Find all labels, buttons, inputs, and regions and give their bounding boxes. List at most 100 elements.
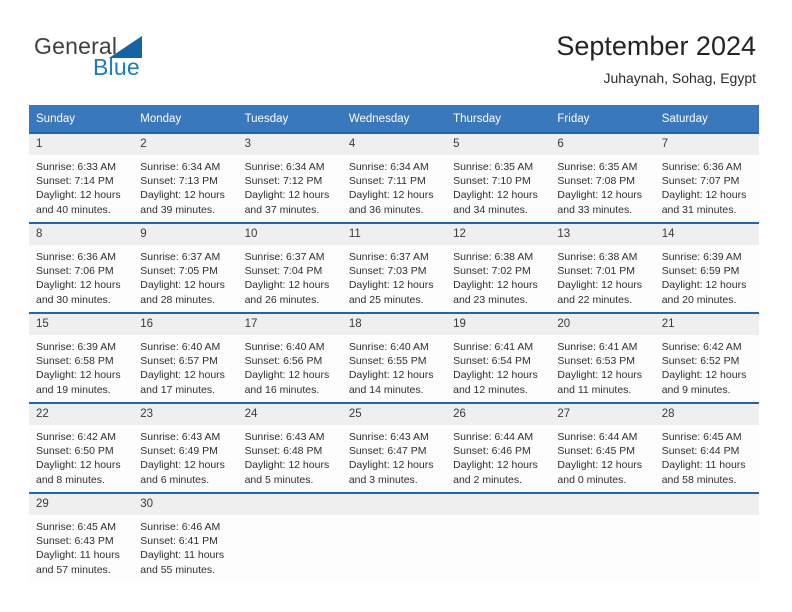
day-number: 9 bbox=[133, 224, 238, 245]
calendar-day-cell[interactable]: 3 Sunrise: 6:34 AM Sunset: 7:12 PM Daylight… bbox=[237, 132, 342, 223]
calendar-day-cell[interactable]: 8 Sunrise: 6:36 AM Sunset: 7:06 PM Daylight… bbox=[29, 222, 134, 313]
daylight-text-line1: Daylight: 12 hours bbox=[557, 279, 643, 292]
calendar-day-cell[interactable]: 21 Sunrise: 6:42 AM Sunset: 6:52 PM Dayligh… bbox=[654, 312, 759, 403]
calendar-day-cell[interactable]: 26 Sunrise: 6:44 AM Sunset: 6:46 PM Dayligh… bbox=[446, 402, 551, 493]
day-number: 17 bbox=[237, 314, 342, 335]
calendar-day-cell[interactable]: 17 Sunrise: 6:40 AM Sunset: 6:56 PM Dayligh… bbox=[237, 312, 342, 403]
daylight-text-line1: Daylight: 12 hours bbox=[36, 279, 121, 292]
calendar-day-cell[interactable]: 25 Sunrise: 6:43 AM Sunset: 6:47 PM Dayligh… bbox=[341, 402, 447, 493]
page-subtitle: Juhaynah, Sohag, Egypt bbox=[603, 70, 756, 86]
sunrise-text: Sunrise: 6:45 AM bbox=[661, 431, 742, 443]
daylight-text-line2: and 36 minutes. bbox=[348, 203, 424, 216]
daylight-text-line1: Daylight: 12 hours bbox=[348, 189, 434, 202]
day-number: 1 bbox=[29, 134, 134, 155]
calendar-day-cell[interactable]: 7 Sunrise: 6:36 AM Sunset: 7:07 PM Daylight… bbox=[654, 132, 759, 223]
day-sun-info bbox=[655, 515, 759, 520]
calendar-day-cell[interactable]: 24 Sunrise: 6:43 AM Sunset: 6:48 PM Dayligh… bbox=[237, 402, 342, 493]
sunset-text: Sunset: 6:43 PM bbox=[36, 535, 114, 548]
daylight-text-line1: Daylight: 12 hours bbox=[557, 189, 643, 202]
day-sun-info: Sunrise: 6:43 AM Sunset: 6:47 PM Daylight:… bbox=[342, 425, 446, 487]
sunset-text: Sunset: 6:46 PM bbox=[453, 445, 531, 458]
daylight-text-line1: Daylight: 12 hours bbox=[36, 459, 121, 472]
day-number: 24 bbox=[237, 404, 342, 425]
daylight-text-line2: and 31 minutes. bbox=[661, 203, 737, 216]
calendar-day-cell[interactable]: 14 Sunrise: 6:39 AM Sunset: 6:59 PM Dayligh… bbox=[654, 222, 759, 313]
daylight-text-line1: Daylight: 12 hours bbox=[36, 189, 121, 202]
day-sun-info: Sunrise: 6:43 AM Sunset: 6:48 PM Daylight:… bbox=[238, 425, 342, 487]
daylight-text-line2: and 14 minutes. bbox=[348, 383, 424, 396]
daylight-text-line2: and 5 minutes. bbox=[244, 473, 314, 486]
sunset-text: Sunset: 7:06 PM bbox=[36, 265, 114, 278]
daylight-text-line1: Daylight: 12 hours bbox=[661, 189, 747, 202]
day-number: 18 bbox=[341, 314, 447, 335]
daylight-text-line2: and 6 minutes. bbox=[140, 473, 210, 486]
calendar-day-cell[interactable]: 20 Sunrise: 6:41 AM Sunset: 6:53 PM Dayligh… bbox=[550, 312, 655, 403]
day-sun-info: Sunrise: 6:46 AM Sunset: 6:41 PM Daylight:… bbox=[133, 515, 237, 577]
calendar-day-cell-empty bbox=[654, 492, 759, 582]
calendar-day-cell[interactable]: 1 Sunrise: 6:33 AM Sunset: 7:14 PM Daylight… bbox=[29, 132, 134, 223]
sunset-text: Sunset: 7:13 PM bbox=[140, 175, 218, 188]
sunrise-text: Sunrise: 6:35 AM bbox=[453, 161, 534, 173]
calendar-day-cell[interactable]: 19 Sunrise: 6:41 AM Sunset: 6:54 PM Dayligh… bbox=[446, 312, 551, 403]
sunrise-text: Sunrise: 6:37 AM bbox=[140, 251, 221, 263]
sunrise-text: Sunrise: 6:37 AM bbox=[348, 251, 429, 263]
calendar-day-cell[interactable]: 18 Sunrise: 6:40 AM Sunset: 6:55 PM Dayligh… bbox=[341, 312, 447, 403]
day-sun-info: Sunrise: 6:40 AM Sunset: 6:56 PM Daylight:… bbox=[238, 335, 342, 397]
day-sun-info: Sunrise: 6:42 AM Sunset: 6:52 PM Daylight:… bbox=[655, 335, 759, 397]
calendar-day-cell[interactable]: 23 Sunrise: 6:43 AM Sunset: 6:49 PM Dayligh… bbox=[133, 402, 238, 493]
calendar-day-cell[interactable]: 2 Sunrise: 6:34 AM Sunset: 7:13 PM Daylight… bbox=[133, 132, 238, 223]
sunset-text: Sunset: 6:48 PM bbox=[244, 445, 323, 458]
daylight-text-line1: Daylight: 12 hours bbox=[140, 279, 225, 292]
calendar-day-cell[interactable]: 29 Sunrise: 6:45 AM Sunset: 6:43 PM Dayligh… bbox=[29, 492, 134, 582]
general-blue-logo[interactable]: General Blue bbox=[34, 34, 214, 86]
calendar-day-cell[interactable]: 30 Sunrise: 6:46 AM Sunset: 6:41 PM Dayligh… bbox=[133, 492, 238, 582]
daylight-text-line1: Daylight: 12 hours bbox=[453, 459, 538, 472]
calendar-day-cell[interactable]: 22 Sunrise: 6:42 AM Sunset: 6:50 PM Dayligh… bbox=[29, 402, 134, 493]
daylight-text-line2: and 20 minutes. bbox=[661, 293, 737, 306]
daylight-text-line1: Daylight: 12 hours bbox=[348, 369, 434, 382]
daylight-text-line2: and 58 minutes. bbox=[661, 473, 737, 486]
daylight-text-line1: Daylight: 12 hours bbox=[661, 369, 747, 382]
calendar-day-cell[interactable]: 9 Sunrise: 6:37 AM Sunset: 7:05 PM Daylight… bbox=[133, 222, 238, 313]
sunrise-text: Sunrise: 6:45 AM bbox=[36, 521, 116, 533]
calendar-day-cell[interactable]: 27 Sunrise: 6:44 AM Sunset: 6:45 PM Dayligh… bbox=[550, 402, 655, 493]
weekday-header-wednesday: Wednesday bbox=[341, 105, 447, 133]
day-number: 2 bbox=[133, 134, 238, 155]
daylight-text-line1: Daylight: 12 hours bbox=[140, 189, 225, 202]
day-sun-info: Sunrise: 6:39 AM Sunset: 6:59 PM Daylight:… bbox=[655, 245, 759, 307]
calendar-day-cell[interactable]: 5 Sunrise: 6:35 AM Sunset: 7:10 PM Daylight… bbox=[446, 132, 551, 223]
day-sun-info: Sunrise: 6:38 AM Sunset: 7:01 PM Daylight:… bbox=[550, 245, 654, 307]
sunrise-text: Sunrise: 6:46 AM bbox=[140, 521, 221, 533]
calendar-day-cell[interactable]: 28 Sunrise: 6:45 AM Sunset: 6:44 PM Dayligh… bbox=[654, 402, 759, 493]
page-header: General Blue September 2024 Juhaynah, So… bbox=[0, 0, 792, 98]
daylight-text-line1: Daylight: 12 hours bbox=[453, 189, 538, 202]
day-number: 21 bbox=[654, 314, 759, 335]
sunrise-text: Sunrise: 6:43 AM bbox=[348, 431, 429, 443]
calendar-day-cell[interactable]: 16 Sunrise: 6:40 AM Sunset: 6:57 PM Dayligh… bbox=[133, 312, 238, 403]
calendar-day-cell[interactable]: 4 Sunrise: 6:34 AM Sunset: 7:11 PM Daylight… bbox=[341, 132, 447, 223]
day-number: 29 bbox=[29, 494, 134, 515]
daylight-text-line1: Daylight: 12 hours bbox=[140, 459, 225, 472]
sunrise-text: Sunrise: 6:41 AM bbox=[557, 341, 638, 353]
day-sun-info: Sunrise: 6:45 AM Sunset: 6:43 PM Daylight:… bbox=[29, 515, 133, 577]
calendar-day-cell[interactable]: 6 Sunrise: 6:35 AM Sunset: 7:08 PM Daylight… bbox=[550, 132, 655, 223]
calendar-day-cell[interactable]: 11 Sunrise: 6:37 AM Sunset: 7:03 PM Dayligh… bbox=[341, 222, 447, 313]
calendar-day-cell[interactable]: 15 Sunrise: 6:39 AM Sunset: 6:58 PM Dayligh… bbox=[29, 312, 134, 403]
daylight-text-line2: and 3 minutes. bbox=[348, 473, 418, 486]
day-number: 23 bbox=[133, 404, 238, 425]
logo-text-blue: Blue bbox=[93, 54, 140, 80]
calendar-day-cell[interactable]: 12 Sunrise: 6:38 AM Sunset: 7:02 PM Dayligh… bbox=[446, 222, 551, 313]
day-sun-info: Sunrise: 6:40 AM Sunset: 6:55 PM Daylight:… bbox=[342, 335, 446, 397]
sunset-text: Sunset: 6:56 PM bbox=[244, 355, 323, 368]
day-sun-info: Sunrise: 6:35 AM Sunset: 7:10 PM Daylight:… bbox=[446, 155, 550, 217]
daylight-text-line2: and 34 minutes. bbox=[453, 203, 528, 216]
sunset-text: Sunset: 6:52 PM bbox=[661, 355, 740, 368]
day-sun-info: Sunrise: 6:36 AM Sunset: 7:07 PM Daylight:… bbox=[655, 155, 759, 217]
sunset-text: Sunset: 6:45 PM bbox=[557, 445, 636, 458]
day-number: 5 bbox=[446, 134, 551, 155]
sunrise-text: Sunrise: 6:34 AM bbox=[140, 161, 221, 173]
calendar-day-cell[interactable]: 13 Sunrise: 6:38 AM Sunset: 7:01 PM Dayligh… bbox=[550, 222, 655, 313]
sunset-text: Sunset: 7:07 PM bbox=[661, 175, 740, 188]
calendar-day-cell[interactable]: 10 Sunrise: 6:37 AM Sunset: 7:04 PM Dayligh… bbox=[237, 222, 342, 313]
day-sun-info: Sunrise: 6:44 AM Sunset: 6:46 PM Daylight:… bbox=[446, 425, 550, 487]
